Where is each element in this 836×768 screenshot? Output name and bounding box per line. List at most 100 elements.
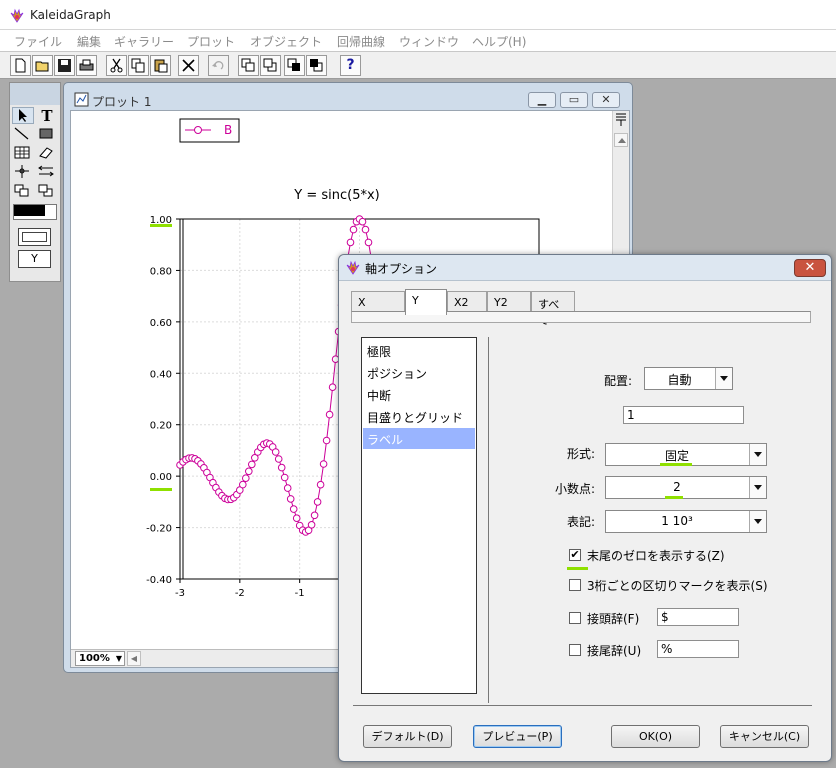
paste-button[interactable] (150, 55, 171, 76)
tab-y2[interactable]: Y2 (487, 291, 531, 313)
y-tick-label: 0.20 (150, 421, 172, 432)
scroll-up-button[interactable] (614, 133, 628, 147)
color-swatch[interactable] (13, 204, 57, 220)
data-point (277, 463, 286, 472)
dialog-close-button[interactable]: ✕ (794, 259, 826, 277)
close-plot-button[interactable]: ✕ (592, 92, 620, 108)
copy-button[interactable] (128, 55, 149, 76)
bring-forward-button[interactable] (238, 55, 259, 76)
delete-button[interactable] (178, 55, 199, 76)
dialog-title: 軸オプション (365, 262, 438, 276)
menu-gallery[interactable]: ギャラリー (114, 33, 174, 50)
preview-button[interactable]: プレビュー(P) (473, 725, 562, 748)
preview-button-label: プレビュー(P) (482, 730, 553, 743)
placement-value: 自動 (667, 373, 692, 387)
print-button[interactable] (76, 55, 97, 76)
menu-plot[interactable]: プロット (187, 33, 235, 50)
y-axis-tool[interactable]: Y (18, 250, 51, 268)
x-tick-label: -2 (235, 588, 245, 599)
data-point (310, 511, 319, 520)
frame-tool[interactable] (18, 228, 51, 246)
zoom-dropdown[interactable]: 100% ▼ (75, 651, 125, 666)
bring-to-front-button[interactable] (284, 55, 305, 76)
category-position[interactable]: ポジション (363, 362, 475, 383)
decimals-dropdown[interactable]: 2 (605, 476, 767, 499)
menu-edit[interactable]: 編集 (77, 33, 101, 50)
link-icon (38, 165, 54, 177)
tab-y[interactable]: Y (405, 289, 447, 315)
cut-button[interactable] (106, 55, 127, 76)
table-tool[interactable] (12, 145, 34, 162)
rectangle-tool[interactable] (36, 126, 58, 143)
thousands-separator-checkbox[interactable] (569, 579, 581, 591)
category-labels[interactable]: ラベル (363, 428, 475, 449)
data-point (328, 383, 337, 392)
category-limits[interactable]: 極限 (363, 340, 475, 361)
send-to-back-button[interactable] (306, 55, 327, 76)
format-highlight (660, 463, 692, 466)
ok-button[interactable]: OK(O) (611, 725, 700, 748)
suffix-checkbox[interactable] (569, 644, 581, 656)
maximize-button[interactable]: ▭ (560, 92, 588, 108)
prefix-checkbox[interactable] (569, 612, 581, 624)
notation-dropdown[interactable]: 1 10³ (605, 510, 767, 533)
tab-x2[interactable]: X2 (447, 291, 487, 313)
send-to-back-icon (310, 59, 323, 72)
interval-value: 1 (627, 408, 635, 422)
category-break[interactable]: 中断 (363, 384, 475, 405)
category-labels-label: ラベル (367, 433, 404, 447)
fill-color-swatch (14, 205, 45, 216)
x-tick-label: -1 (295, 588, 305, 599)
menu-object[interactable]: オブジェクト (250, 33, 322, 50)
data-point (280, 473, 289, 482)
scroll-left-button[interactable]: ◀ (127, 651, 141, 666)
placement-dropdown[interactable]: 自動 (644, 367, 733, 390)
help-icon: ? (346, 57, 355, 73)
trailing-zeros-checkbox[interactable]: ✔ (569, 549, 581, 561)
suffix-input[interactable]: % (657, 640, 739, 658)
menu-file[interactable]: ファイル (14, 33, 62, 50)
x-tick-label: -3 (175, 588, 185, 599)
y-tick-label: -0.20 (146, 524, 172, 535)
y-tick-label: 0.80 (150, 266, 172, 277)
text-tool[interactable]: T (36, 107, 58, 125)
decimals-value: 2 (673, 480, 681, 494)
bring-to-front-icon (287, 58, 300, 71)
group-tool[interactable] (12, 183, 34, 200)
crosshair-tool[interactable] (12, 164, 34, 181)
menu-curve-fit[interactable]: 回帰曲線 (337, 33, 385, 50)
open-button[interactable] (32, 55, 53, 76)
undo-button[interactable] (208, 55, 229, 76)
data-point (349, 225, 358, 234)
tab-all[interactable]: すべて (531, 291, 575, 327)
send-backward-icon (263, 58, 277, 72)
tab-x[interactable]: X (351, 291, 405, 313)
select-tool[interactable] (12, 107, 34, 124)
format-value: 固定 (664, 449, 689, 463)
data-point (313, 498, 322, 506)
data-point (319, 460, 328, 468)
new-button[interactable] (10, 55, 31, 76)
tool-palette: T Y (9, 82, 61, 282)
help-button[interactable]: ? (340, 55, 361, 76)
menu-window[interactable]: ウィンドウ (399, 33, 459, 50)
menu-help[interactable]: ヘルプ(H) (472, 33, 526, 50)
ungroup-tool[interactable] (36, 183, 58, 200)
category-list[interactable]: 極限 ポジション 中断 目盛りとグリッド ラベル (361, 337, 477, 694)
minimize-button[interactable]: ▁ (528, 92, 556, 108)
send-backward-button[interactable] (260, 55, 281, 76)
link-tool[interactable] (36, 164, 58, 181)
data-point (316, 480, 325, 489)
category-ticks-grid[interactable]: 目盛りとグリッド (363, 406, 475, 427)
line-tool[interactable] (12, 126, 34, 143)
split-handle-icon[interactable] (615, 113, 627, 127)
undo-icon (212, 61, 224, 70)
save-button[interactable] (54, 55, 75, 76)
data-point (274, 455, 283, 463)
prefix-input[interactable]: $ (657, 608, 739, 626)
eraser-tool[interactable] (36, 145, 58, 162)
default-button[interactable]: デフォルト(D) (363, 725, 452, 748)
cancel-button[interactable]: キャンセル(C) (720, 725, 809, 748)
interval-input[interactable]: 1 (623, 406, 744, 424)
y-tick-label: -0.40 (146, 575, 172, 586)
